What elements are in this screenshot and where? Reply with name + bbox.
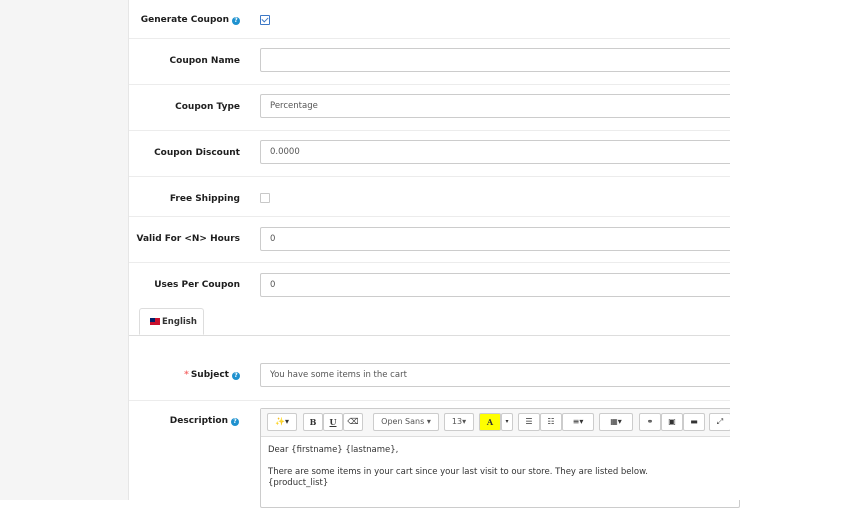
- numbered-list-icon[interactable]: ☷: [540, 413, 562, 431]
- help-icon[interactable]: ?: [232, 17, 240, 25]
- coupon-name-input[interactable]: [260, 48, 740, 72]
- description-editor[interactable]: ✨▾ B U ⌫ Open Sans ▾ 13▾ A ▾ ☰ ☷ ≡▾ ▦▾ ⚭…: [260, 408, 740, 508]
- video-icon[interactable]: ▬: [683, 413, 705, 431]
- coupon-type-row: Coupon Type Percentage: [129, 84, 740, 131]
- help-icon[interactable]: ?: [231, 418, 239, 426]
- free-shipping-checkbox[interactable]: [260, 193, 270, 203]
- generate-coupon-checkbox[interactable]: [260, 15, 270, 25]
- magic-wand-icon[interactable]: ✨▾: [267, 413, 297, 431]
- generate-coupon-row: Generate Coupon?: [129, 0, 730, 39]
- text-color-button[interactable]: A: [479, 413, 501, 431]
- language-tabs: English: [129, 308, 730, 336]
- description-label: Description?: [0, 416, 239, 426]
- uses-per-coupon-row: Uses Per Coupon 0: [129, 262, 740, 306]
- coupon-discount-input[interactable]: 0.0000: [260, 140, 740, 164]
- coupon-type-select[interactable]: Percentage: [260, 94, 740, 118]
- help-icon[interactable]: ?: [232, 372, 240, 380]
- underline-button[interactable]: U: [323, 413, 343, 431]
- valid-for-label: Valid For <N> Hours: [136, 234, 241, 244]
- free-shipping-label: Free Shipping: [169, 194, 240, 204]
- coupon-discount-row: Coupon Discount 0.0000: [129, 130, 740, 177]
- uses-per-coupon-label: Uses Per Coupon: [154, 280, 240, 290]
- valid-for-row: Valid For <N> Hours 0: [129, 216, 740, 263]
- editor-line: There are some items in your cart since …: [268, 467, 648, 477]
- bold-button[interactable]: B: [303, 413, 323, 431]
- editor-line: {product_list}: [268, 478, 329, 488]
- link-icon[interactable]: ⚭: [639, 413, 661, 431]
- fullscreen-icon[interactable]: ⤢: [709, 413, 731, 431]
- free-shipping-row: Free Shipping: [129, 176, 730, 217]
- font-family-select[interactable]: Open Sans ▾: [373, 413, 439, 431]
- image-icon[interactable]: ▣: [661, 413, 683, 431]
- coupon-type-label: Coupon Type: [175, 102, 240, 112]
- bullet-list-icon[interactable]: ☰: [518, 413, 540, 431]
- editor-content[interactable]: Dear {firstname} {lastname}, There are s…: [268, 445, 648, 489]
- coupon-name-label: Coupon Name: [169, 56, 240, 66]
- paragraph-align-icon[interactable]: ≡▾: [562, 413, 594, 431]
- required-marker: *: [184, 370, 189, 380]
- uses-per-coupon-input[interactable]: 0: [260, 273, 740, 297]
- eraser-icon[interactable]: ⌫: [343, 413, 363, 431]
- tab-english[interactable]: English: [139, 308, 204, 335]
- valid-for-input[interactable]: 0: [260, 227, 740, 251]
- coupon-name-row: Coupon Name: [129, 38, 740, 85]
- table-icon[interactable]: ▦▾: [599, 413, 633, 431]
- subject-input[interactable]: You have some items in the cart: [260, 363, 740, 387]
- viewport-clip: [730, 0, 850, 500]
- editor-line: Dear {firstname} {lastname},: [268, 445, 399, 455]
- subject-row: * Subject? You have some items in the car…: [129, 350, 740, 401]
- generate-coupon-label: Generate Coupon?: [141, 15, 240, 25]
- uk-flag-icon: [150, 318, 160, 325]
- editor-toolbar: ✨▾ B U ⌫ Open Sans ▾ 13▾ A ▾ ☰ ☷ ≡▾ ▦▾ ⚭…: [261, 409, 739, 437]
- text-color-dropdown[interactable]: ▾: [501, 413, 513, 431]
- font-size-select[interactable]: 13▾: [444, 413, 474, 431]
- subject-label: * Subject?: [184, 370, 240, 380]
- coupon-discount-label: Coupon Discount: [154, 148, 240, 158]
